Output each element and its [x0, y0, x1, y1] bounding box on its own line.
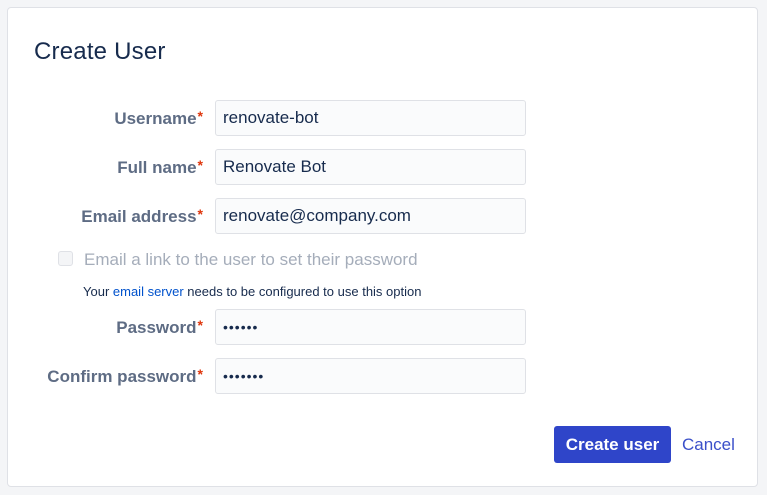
email-server-link[interactable]: email server: [113, 284, 184, 299]
username-label-text: Username: [114, 109, 197, 128]
username-label: Username*: [114, 108, 203, 129]
username-row: Username*: [8, 100, 759, 136]
cancel-button[interactable]: Cancel: [682, 435, 735, 455]
password-label: Password*: [116, 317, 203, 338]
password-input[interactable]: [215, 309, 526, 345]
confirm-password-label: Confirm password*: [47, 366, 203, 387]
confirm-password-input[interactable]: [215, 358, 526, 394]
required-marker: *: [197, 317, 203, 333]
email-server-hint: Your email server needs to be configured…: [83, 284, 421, 299]
confirm-password-row: Confirm password*: [8, 358, 759, 394]
password-row: Password*: [8, 309, 759, 345]
required-marker: *: [197, 366, 203, 382]
fullname-input[interactable]: [215, 149, 526, 185]
required-marker: *: [197, 157, 203, 173]
hint-prefix: Your: [83, 284, 113, 299]
hint-suffix: needs to be configured to use this optio…: [183, 284, 422, 299]
required-marker: *: [197, 206, 203, 222]
required-marker: *: [197, 108, 203, 124]
email-input[interactable]: [215, 198, 526, 234]
fullname-label: Full name*: [117, 157, 203, 178]
fullname-row: Full name*: [8, 149, 759, 185]
dialog-title: Create User: [34, 38, 166, 65]
email-label: Email address*: [81, 206, 203, 227]
create-user-button[interactable]: Create user: [554, 426, 671, 463]
password-label-text: Password: [116, 318, 197, 337]
email-link-checkbox-label: Email a link to the user to set their pa…: [84, 250, 418, 269]
confirm-password-label-text: Confirm password: [47, 367, 197, 386]
fullname-label-text: Full name: [117, 158, 197, 177]
username-input[interactable]: [215, 100, 526, 136]
email-link-checkbox[interactable]: [58, 251, 73, 266]
create-user-dialog: Create User Username* Full name* Email a…: [7, 7, 758, 487]
email-label-text: Email address: [81, 207, 197, 226]
email-row: Email address*: [8, 198, 759, 234]
